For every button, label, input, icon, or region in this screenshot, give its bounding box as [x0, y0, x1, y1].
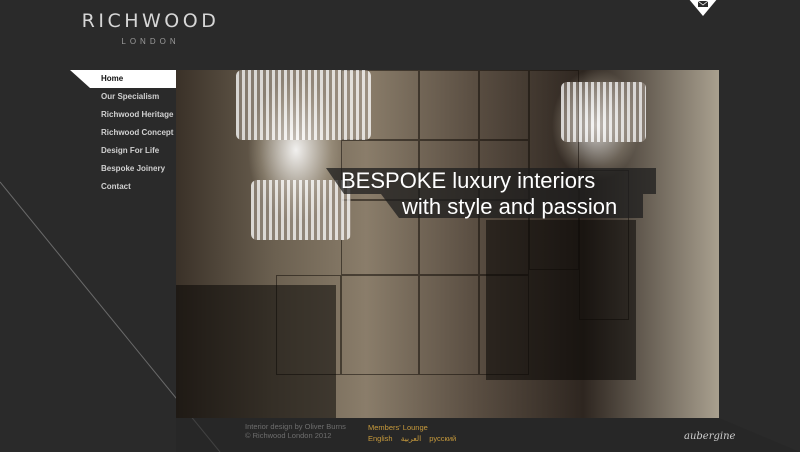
copyright: © Richwood London 2012 [245, 431, 332, 440]
chandelier-left-lower [251, 180, 351, 240]
nav-label: Contact [101, 182, 131, 191]
footer-credit: Interior design by Oliver Burns © Richwo… [245, 422, 346, 440]
nav-label: Our Specialism [101, 92, 160, 101]
nav-item-bespoke-joinery[interactable]: Bespoke Joinery [70, 160, 176, 178]
footer-links: Members' Lounge English العربية русский [368, 422, 462, 444]
nav-item-contact[interactable]: Contact [70, 178, 176, 196]
nav-item-richwood-concept[interactable]: Richwood Concept [70, 124, 176, 142]
language-russian[interactable]: русский [429, 434, 456, 443]
envelope-icon [689, 0, 717, 16]
hero-image: BESPOKE luxury interiors with style and … [176, 70, 719, 418]
main-nav: Home Our Specialism Richwood Heritage Ri… [70, 70, 176, 196]
nav-item-our-specialism[interactable]: Our Specialism [70, 88, 176, 106]
nav-item-home[interactable]: Home [70, 70, 176, 88]
nav-label: Richwood Heritage [101, 110, 174, 119]
logo[interactable]: RICHWOOD LONDON [78, 10, 223, 46]
nav-label: Bespoke Joinery [101, 164, 166, 173]
nav-item-richwood-heritage[interactable]: Richwood Heritage [70, 106, 176, 124]
logo-title: RICHWOOD [81, 10, 220, 32]
hero-tagline-line-1: BESPOKE luxury interiors [341, 168, 596, 193]
nav-label: Design For Life [101, 146, 160, 155]
credit-designer: Interior design by Oliver Burns [245, 422, 346, 431]
mail-button[interactable] [688, 0, 718, 16]
designer-credit-link[interactable]: aubergine [684, 431, 735, 442]
chandelier-left [236, 70, 371, 140]
chandelier-right [561, 82, 646, 142]
nav-label: Richwood Concept [101, 128, 174, 137]
hero-tagline-line-2: with style and passion [402, 194, 618, 219]
members-lounge-link[interactable]: Members' Lounge [368, 422, 462, 433]
nav-label: Home [101, 74, 124, 83]
language-arabic[interactable]: العربية [401, 434, 422, 443]
logo-subtitle: LONDON [121, 37, 180, 46]
nav-item-design-for-life[interactable]: Design For Life [70, 142, 176, 160]
language-english[interactable]: English [368, 434, 393, 443]
